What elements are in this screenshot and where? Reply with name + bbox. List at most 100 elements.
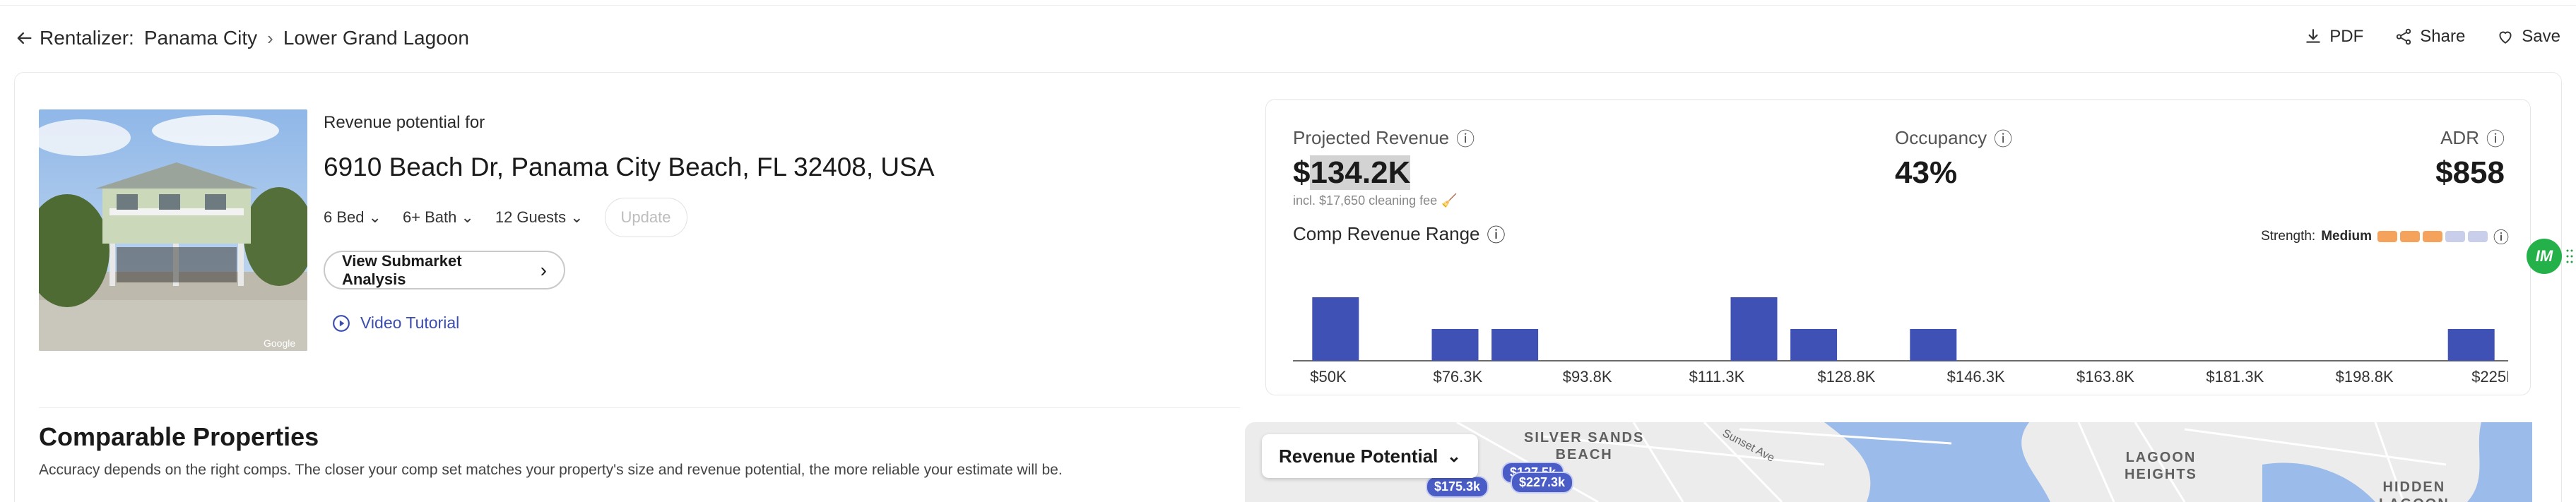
- occupancy-stat: Occupancy ⓘ 43%: [1895, 125, 2012, 191]
- map-label-line: HEIGHTS: [2125, 467, 2197, 482]
- x-tick-label: $111.3K: [1689, 368, 1745, 386]
- back-arrow-icon[interactable]: [14, 28, 34, 48]
- guests-value: 12 Guests: [495, 208, 567, 226]
- broom-icon: 🧹: [1441, 193, 1458, 208]
- guests-select[interactable]: 12 Guests ⌄: [495, 208, 584, 227]
- info-icon[interactable]: ⓘ: [2486, 125, 2505, 151]
- adr-stat: ADR ⓘ $858: [2435, 125, 2505, 191]
- info-icon[interactable]: ⓘ: [2493, 225, 2509, 248]
- bed-select[interactable]: 6 Bed ⌄: [324, 208, 382, 227]
- strength-segment: [2445, 231, 2465, 242]
- occupancy-label: Occupancy: [1895, 127, 1987, 148]
- histogram-bar[interactable]: [2447, 329, 2495, 361]
- share-button[interactable]: Share: [2394, 27, 2465, 47]
- x-tick-label: $128.8K: [1817, 368, 1875, 386]
- breadcrumb: Rentalizer: Panama City › Lower Grand La…: [40, 27, 469, 49]
- section-divider: [39, 407, 1240, 408]
- comp-revenue-range-title: Comp Revenue Range ⓘ: [1293, 221, 1506, 247]
- map-label-hidden-lagoon: HIDDEN LAGOON: [2379, 479, 2450, 502]
- share-icon: [2397, 28, 2411, 45]
- strength-segment: [2399, 231, 2420, 242]
- pdf-label: PDF: [2329, 27, 2364, 46]
- adr-value: $858: [2435, 155, 2505, 190]
- comp-revenue-histogram: $50K $76.3K $93.8K $111.3K $128.8K $146.3K $16…: [1293, 297, 2508, 386]
- property-address: 6910 Beach Dr, Panama City Beach, FL 324…: [324, 153, 935, 181]
- chevron-down-icon: ⌄: [1446, 446, 1461, 466]
- histogram-bar[interactable]: [1730, 297, 1778, 361]
- map-label-silver-sands: SILVER SANDS BEACH: [1524, 429, 1644, 463]
- histogram-bar[interactable]: [1790, 329, 1838, 361]
- heart-icon: [2499, 31, 2512, 44]
- chevron-down-icon: ⌄: [570, 208, 584, 226]
- cleaning-fee-note: incl. $17,650 cleaning fee: [1293, 193, 1438, 208]
- chevron-right-icon: ›: [540, 258, 547, 281]
- adr-label: ADR: [2440, 127, 2479, 148]
- revenue-potential-dropdown[interactable]: Revenue Potential ⌄: [1262, 434, 1478, 478]
- bath-select[interactable]: 6+ Bath ⌄: [403, 208, 474, 227]
- breadcrumb-city[interactable]: Panama City: [144, 27, 257, 49]
- map-price-pill[interactable]: $227.3k: [1511, 472, 1574, 494]
- map-label-line: BEACH: [1555, 447, 1613, 462]
- map-price-pill[interactable]: $175.3k: [1426, 476, 1489, 498]
- property-photo: Google: [39, 109, 307, 351]
- x-tick-label: $146.3K: [1947, 368, 2005, 386]
- breadcrumb-app: Rentalizer:: [40, 27, 134, 49]
- x-tick-label: $50K: [1310, 368, 1347, 386]
- revenue-stats-card: Projected Revenue ⓘ $134.2K incl. $17,650…: [1265, 99, 2531, 395]
- extension-badge-icon[interactable]: IM: [2527, 239, 2562, 274]
- header-actions: PDF Share Save: [2304, 27, 2560, 47]
- chevron-down-icon: ⌄: [461, 208, 474, 226]
- histogram-bar[interactable]: [1910, 329, 1957, 361]
- x-tick-label: $163.8K: [2076, 368, 2134, 386]
- x-tick-label: $76.3K: [1433, 368, 1482, 386]
- histogram-bar[interactable]: [1491, 329, 1539, 361]
- revenue-potential-dropdown-label: Revenue Potential: [1279, 445, 1438, 467]
- property-selectors: 6 Bed ⌄ 6+ Bath ⌄ 12 Guests ⌄ Update: [324, 198, 687, 237]
- bath-value: 6+ Bath: [402, 208, 457, 226]
- strength-segment: [2377, 231, 2397, 242]
- strength-indicator: Strength: Medium ⓘ: [2261, 225, 2509, 248]
- submarket-button-label: View Submarket Analysis: [342, 251, 462, 288]
- histogram-bar[interactable]: [1312, 297, 1359, 361]
- strength-label: Strength:: [2261, 229, 2316, 244]
- map-label-line: HIDDEN: [2382, 479, 2446, 495]
- view-submarket-analysis-button[interactable]: View Submarket Analysis ›: [324, 251, 565, 289]
- x-tick-label: $181.3K: [2206, 368, 2264, 386]
- photo-credit: Google: [264, 337, 295, 349]
- save-button[interactable]: Save: [2496, 27, 2560, 47]
- share-label: Share: [2420, 27, 2466, 46]
- chevron-right-icon: ›: [267, 27, 273, 49]
- info-icon[interactable]: ⓘ: [1456, 125, 1475, 151]
- page-header: Rentalizer: Panama City › Lower Grand La…: [0, 6, 2576, 66]
- projected-revenue-label: Projected Revenue: [1293, 127, 1450, 148]
- strength-value: Medium: [2321, 229, 2372, 244]
- video-tutorial-link[interactable]: Video Tutorial: [332, 313, 459, 333]
- download-icon: [2306, 29, 2320, 43]
- pdf-button[interactable]: PDF: [2304, 27, 2363, 47]
- update-button[interactable]: Update: [604, 198, 687, 237]
- projected-revenue-stat: Projected Revenue ⓘ $134.2K incl. $17,650…: [1293, 125, 1475, 208]
- projected-revenue-value: 134.2K: [1310, 155, 1411, 190]
- occupancy-value: 43%: [1895, 155, 1958, 190]
- save-label: Save: [2522, 27, 2560, 46]
- histogram-bar[interactable]: [1431, 329, 1479, 361]
- bed-value: 6 Bed: [324, 208, 365, 226]
- x-tick-label: $93.8K: [1563, 368, 1612, 386]
- video-tutorial-label: Video Tutorial: [360, 313, 460, 332]
- chevron-down-icon: ⌄: [368, 208, 382, 226]
- info-icon[interactable]: ⓘ: [1487, 221, 1506, 247]
- info-icon[interactable]: ⓘ: [1994, 125, 2012, 151]
- breadcrumb-area[interactable]: Lower Grand Lagoon: [283, 27, 469, 49]
- comp-range-label: Comp Revenue Range: [1293, 223, 1480, 244]
- drag-handle-icon[interactable]: [2566, 249, 2573, 264]
- strength-segment: [2467, 231, 2488, 242]
- map-label-line: LAGOON: [2125, 450, 2197, 465]
- comparable-properties-subtitle: Accuracy depends on the right comps. The…: [39, 462, 1063, 478]
- strength-meter: [2377, 231, 2488, 242]
- x-tick-label: $225K: [2471, 368, 2508, 386]
- map-label-line: LAGOON: [2379, 496, 2450, 502]
- comparable-properties-title: Comparable Properties: [39, 422, 319, 451]
- strength-segment: [2422, 231, 2442, 242]
- projected-revenue-prefix: $: [1293, 155, 1311, 190]
- map-label-line: SILVER SANDS: [1524, 430, 1645, 446]
